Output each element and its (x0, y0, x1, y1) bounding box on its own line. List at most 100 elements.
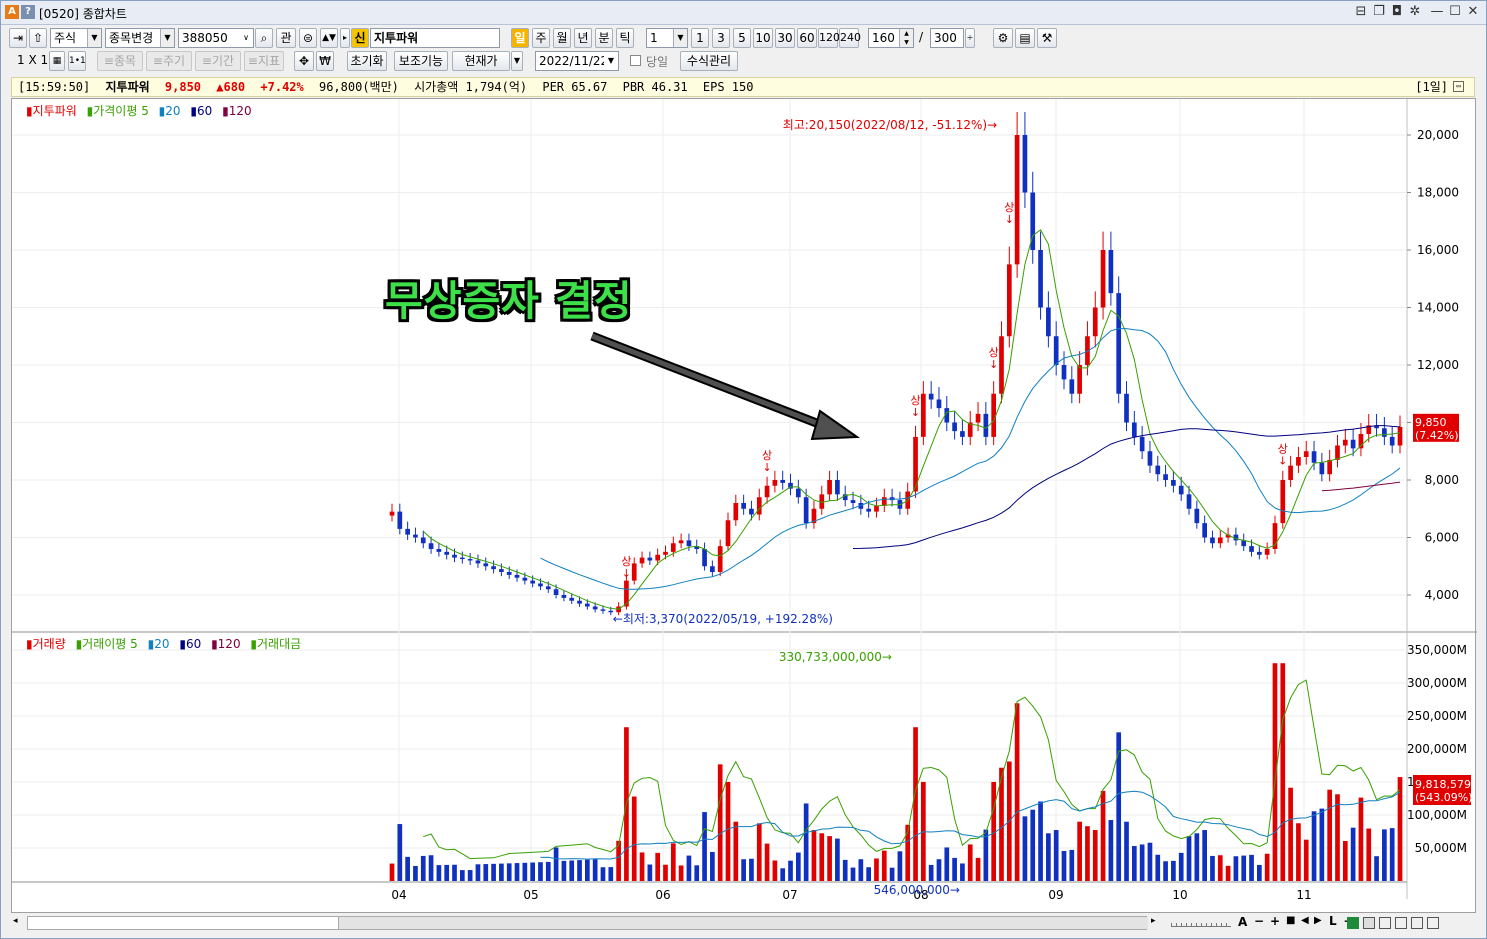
candle-body (850, 500, 856, 503)
period-tick-button[interactable]: 틱 (616, 28, 634, 48)
volume-bar (608, 867, 614, 881)
save-chart-icon[interactable] (1363, 917, 1375, 929)
layout-small-button[interactable]: 1•1 (68, 51, 86, 71)
interval-10-button[interactable]: 10 (753, 28, 773, 48)
settings-icon[interactable]: ⚙ (993, 28, 1013, 48)
price-tick-label: 8,000 (1425, 473, 1459, 487)
scroll-left-icon[interactable]: ◂ (13, 916, 25, 930)
link-icon[interactable]: ⇥ (9, 28, 27, 48)
disabled-indicator-button: ≡지표 (244, 51, 284, 71)
zoom-out-icon[interactable]: − (1254, 914, 1264, 928)
zoom-slider[interactable] (1171, 917, 1231, 927)
volume-bar (1053, 830, 1059, 881)
stepper-icon[interactable]: ▲▼ (899, 29, 913, 47)
tools-icon[interactable]: ⚒ (1037, 28, 1057, 48)
dropdown-icon[interactable]: ▸ (340, 28, 350, 48)
interval-120-button[interactable]: 120 (818, 28, 840, 48)
volume-bar (1194, 833, 1200, 881)
candle-body (452, 554, 457, 558)
search-icon[interactable]: ⌕ (255, 28, 273, 48)
stop-icon[interactable]: ■ (1286, 915, 1295, 926)
copy-icon[interactable]: ❐ (1371, 4, 1387, 20)
limit-up-arrow-icon: ↓ (762, 461, 771, 474)
market-select[interactable]: 주식 ▼ (50, 28, 102, 48)
chart-area[interactable]: 20,00018,00016,00014,00012,00010,0008,00… (11, 56, 1477, 914)
chart-svg[interactable]: 20,00018,00016,00014,00012,00010,0008,00… (12, 56, 1477, 914)
period-year-button[interactable]: 년 (574, 28, 592, 48)
interval-3-button[interactable]: 3 (712, 28, 730, 48)
same-day-checkbox[interactable] (630, 55, 641, 66)
scroll-right-icon[interactable]: ▸ (1151, 916, 1163, 930)
reset-button[interactable]: 초기화 (347, 51, 387, 71)
volume-bar (780, 868, 786, 881)
layout-label[interactable]: 1 X 1 (17, 53, 48, 67)
candle-body (717, 546, 723, 572)
split-icon[interactable] (1395, 917, 1407, 929)
chevron-down-icon[interactable]: ▼ (511, 51, 523, 71)
interval-select[interactable]: 1 ▼ (646, 28, 688, 48)
interval-30-button[interactable]: 30 (775, 28, 795, 48)
candle-body (1053, 336, 1059, 365)
expand-icon[interactable]: ▭ (1453, 81, 1464, 92)
print-icon[interactable] (1411, 917, 1423, 929)
price-type-button[interactable]: 현재가 (452, 51, 510, 71)
zoom-in-icon[interactable]: + (1270, 914, 1280, 928)
candle-body (1108, 250, 1114, 294)
scrollbar-thumb[interactable] (338, 917, 1148, 929)
period-day-button[interactable]: 일 (511, 28, 529, 48)
top-arrow-icon[interactable]: ⇧ (29, 28, 47, 48)
last-price-label: 9,850 (1415, 416, 1447, 429)
interval-240-button[interactable]: 240 (839, 28, 861, 48)
crosshair-icon[interactable]: ✥ (294, 51, 314, 71)
volume-bar (592, 859, 598, 881)
stock-code-input[interactable]: 388050 ∨ (178, 28, 254, 48)
camera-icon[interactable]: ◘ (1389, 4, 1405, 20)
volume-bar (960, 863, 965, 881)
volume-bar (795, 852, 801, 881)
horizontal-scrollbar[interactable] (27, 916, 1148, 930)
export-icon[interactable] (1427, 917, 1439, 929)
volume-bar (1030, 809, 1036, 881)
price-tick-label: 20,000 (1417, 128, 1459, 142)
view-count-value: 160 (872, 31, 895, 45)
total-count-spin[interactable]: ÷ (965, 28, 975, 48)
help-icon[interactable]: ? (21, 5, 35, 19)
save-icon[interactable]: ▤ (1015, 28, 1035, 48)
date-select[interactable]: 2022/11/22 ▼ (535, 51, 619, 71)
grid-icon[interactable]: ▦ (49, 51, 65, 71)
code-change-select[interactable]: 종목변경 ▼ (105, 28, 175, 48)
interval-5-button[interactable]: 5 (733, 28, 751, 48)
layout-icon[interactable] (1379, 917, 1391, 929)
play-right-icon[interactable]: ▶ (1314, 915, 1322, 926)
candle-body (600, 609, 606, 611)
font-size-icon[interactable]: A (1238, 915, 1247, 929)
candle-body (1178, 485, 1184, 495)
candle-body (1046, 307, 1051, 337)
view-count-stepper[interactable]: 160 ▲ ▼ (868, 28, 914, 48)
pin-icon[interactable]: ⊟ (1353, 4, 1369, 20)
gear-icon[interactable]: ✲ (1407, 4, 1423, 20)
won-icon[interactable]: ₩ (316, 51, 334, 71)
formula-manage-button[interactable]: 수식관리 (680, 51, 738, 71)
stock-name-field[interactable]: 지투파워 (370, 28, 500, 48)
excel-icon[interactable] (1347, 917, 1359, 929)
line-tool-icon[interactable]: L (1329, 914, 1337, 928)
interval-60-button[interactable]: 60 (797, 28, 817, 48)
aux-function-button[interactable]: 보조기능 (394, 51, 448, 71)
play-left-icon[interactable]: ◀ (1301, 915, 1309, 926)
rotate-icon[interactable]: ⊜ (299, 28, 317, 48)
close-icon[interactable]: ✕ (1465, 4, 1481, 20)
interval-1-button[interactable]: 1 (691, 28, 709, 48)
total-count-field[interactable]: 300 (930, 28, 964, 48)
minimize-icon[interactable]: — (1429, 4, 1445, 20)
period-badge: [1일] (1415, 80, 1448, 94)
period-week-button[interactable]: 주 (532, 28, 550, 48)
bottom-bar: ◂ ▸ A − + ■ ◀ ▶ L → (11, 914, 1476, 932)
x-tick-label: 07 (782, 888, 797, 902)
maximize-icon[interactable]: ☐ (1447, 4, 1463, 20)
volume-bar (694, 865, 700, 881)
stepper-icon[interactable]: ▲▼ (320, 28, 338, 48)
period-minute-button[interactable]: 분 (595, 28, 613, 48)
gwan-button[interactable]: 관 (276, 28, 296, 48)
period-month-button[interactable]: 월 (553, 28, 571, 48)
